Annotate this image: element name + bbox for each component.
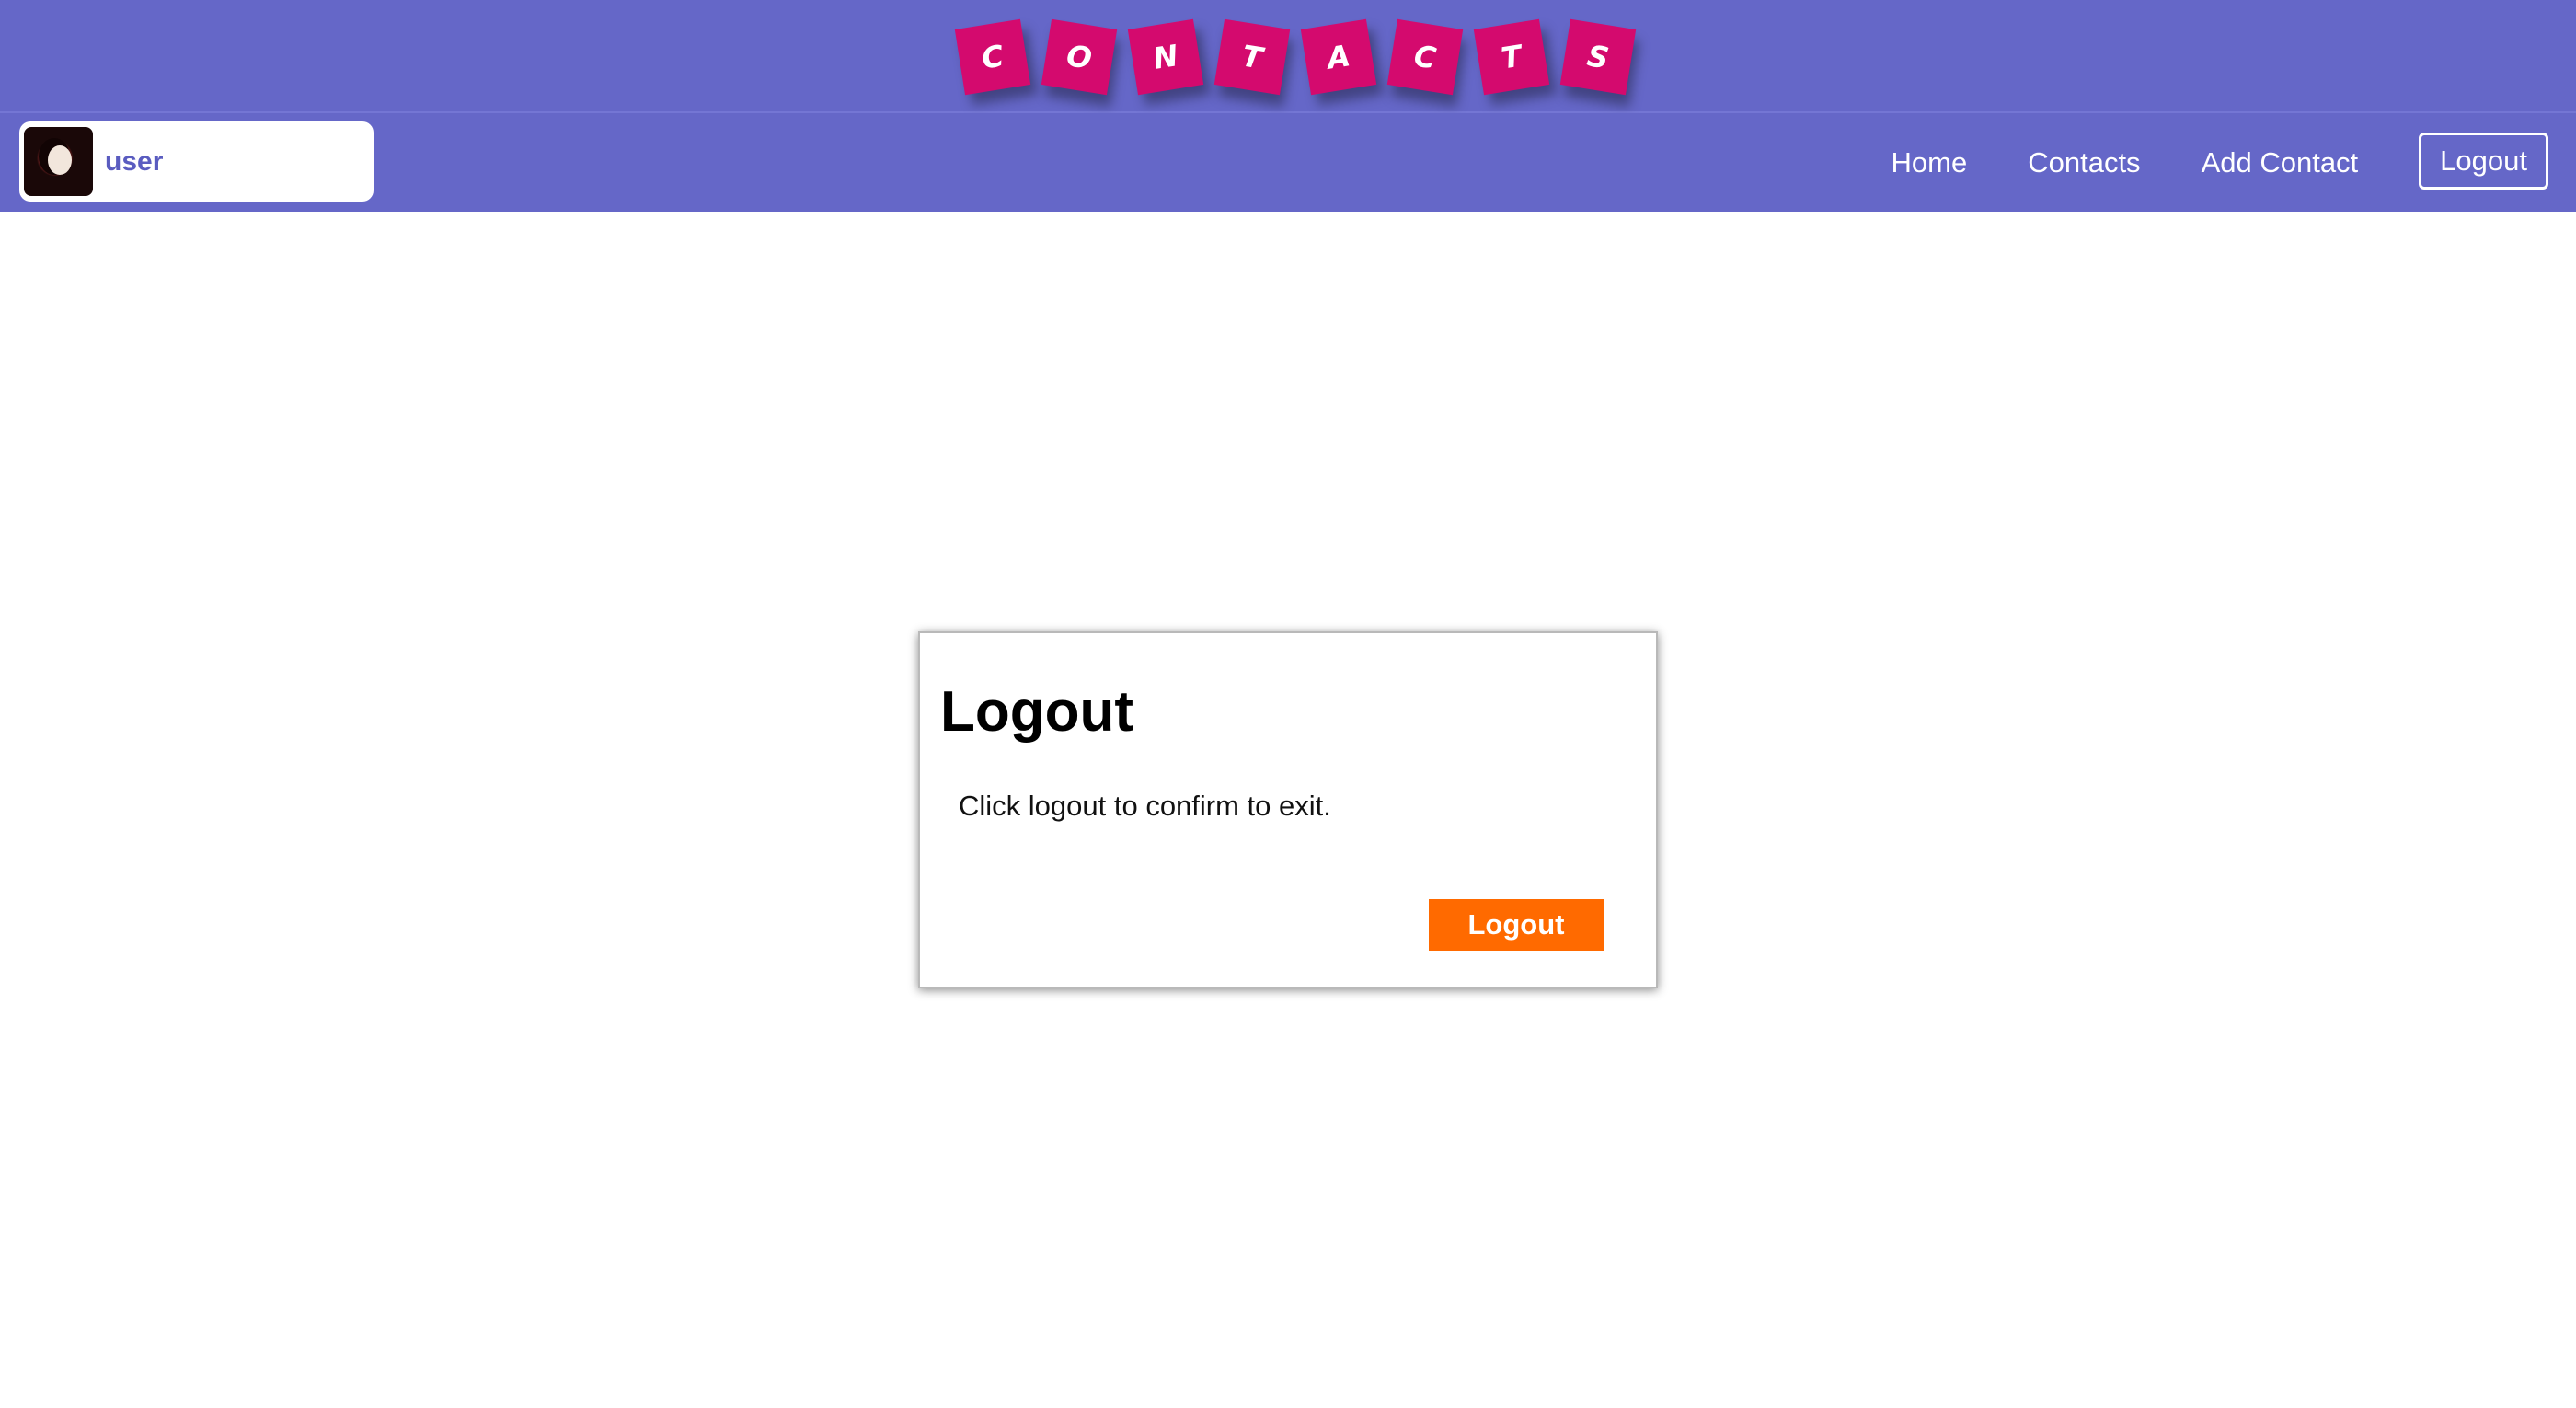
nav-link-add-contact[interactable]: Add Contact: [2202, 146, 2359, 179]
logo-tile-o: O: [1041, 18, 1118, 96]
nav-link-home[interactable]: Home: [1892, 146, 1968, 179]
confirm-logout-button[interactable]: Logout: [1429, 899, 1604, 951]
logo-tile-c2: C: [1386, 18, 1464, 96]
logo-tile-t2: T: [1473, 18, 1550, 96]
logout-dialog: Logout Click logout to confirm to exit. …: [918, 631, 1658, 988]
app-banner: C O N T A C T S: [0, 0, 2576, 113]
user-profile-box[interactable]: user: [19, 121, 374, 202]
logo-tile-t: T: [1213, 18, 1291, 96]
logo-tile-s: S: [1559, 18, 1637, 96]
logo-tile-c: C: [954, 18, 1031, 96]
nav-link-contacts[interactable]: Contacts: [2028, 146, 2140, 179]
nav-links: Home Contacts Add Contact Logout: [1892, 133, 2548, 190]
banner-logo-tiles: C O N T A C T S: [954, 18, 1637, 96]
logo-tile-a: A: [1300, 18, 1377, 96]
dialog-message: Click logout to confirm to exit.: [959, 790, 1331, 822]
dialog-title: Logout: [940, 680, 1134, 744]
navbar: user Home Contacts Add Contact Logout: [0, 113, 2576, 212]
username-label: user: [105, 145, 164, 177]
nav-logout-button[interactable]: Logout: [2419, 133, 2548, 190]
logo-tile-n: N: [1127, 18, 1204, 96]
avatar: [24, 127, 93, 196]
